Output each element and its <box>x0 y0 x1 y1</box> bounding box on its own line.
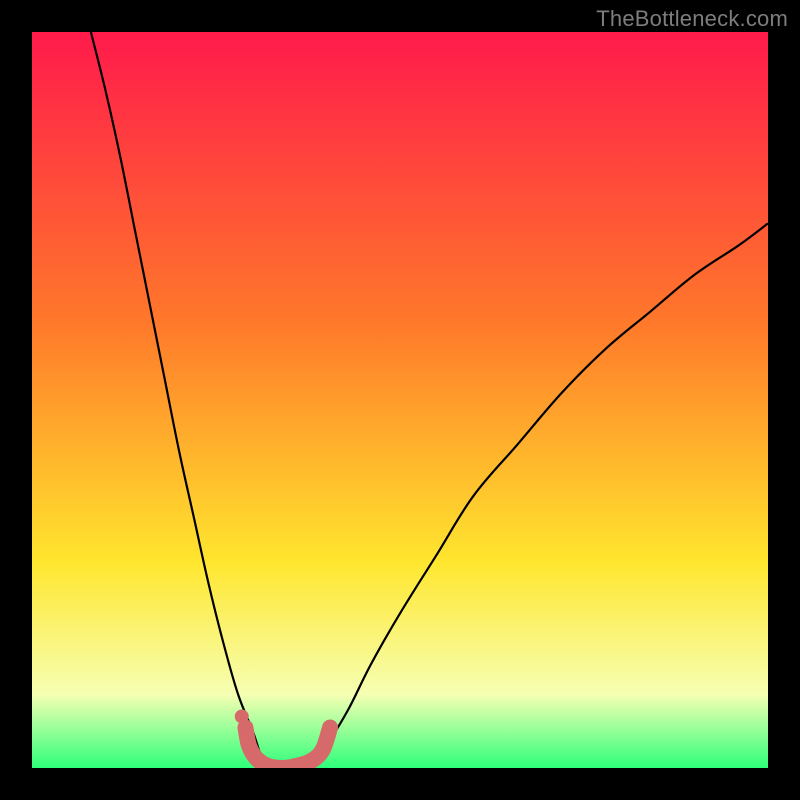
gradient-background <box>32 32 768 768</box>
highlight-dot <box>235 709 249 723</box>
watermark-text: TheBottleneck.com <box>596 6 788 32</box>
chart-svg <box>32 32 768 768</box>
chart-frame: TheBottleneck.com <box>0 0 800 800</box>
plot-area <box>32 32 768 768</box>
